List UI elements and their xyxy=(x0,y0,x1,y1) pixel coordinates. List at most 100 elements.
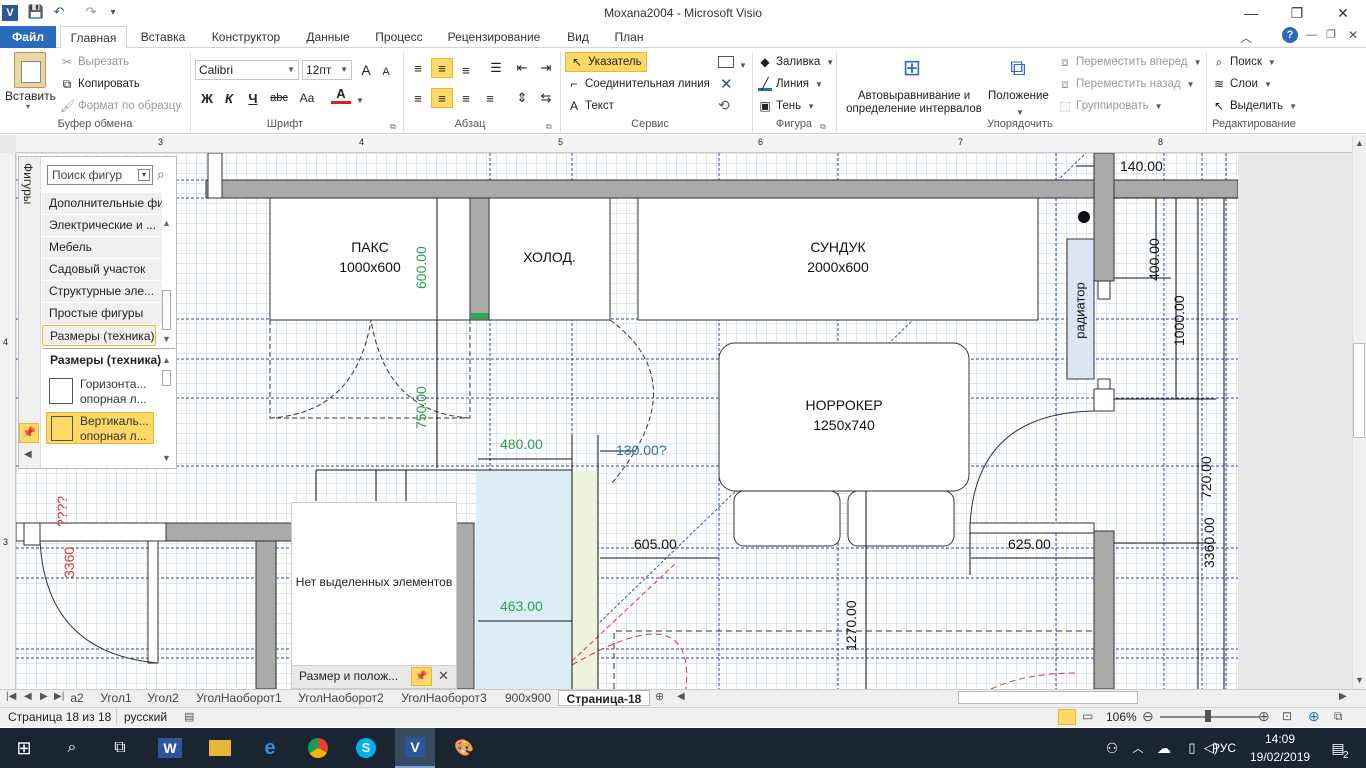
underline-button[interactable]: Ч xyxy=(243,88,263,108)
people-icon[interactable]: ⚇ xyxy=(1092,728,1132,768)
vertical-scroll-thumb[interactable] xyxy=(1353,343,1365,438)
shape-dialog-launcher-icon[interactable]: ⧉ xyxy=(820,122,826,132)
redo-icon[interactable]: ↷ xyxy=(82,3,100,21)
paste-dropdown-icon[interactable]: ▾ xyxy=(26,102,30,111)
visio-taskbar-icon[interactable]: V xyxy=(395,728,435,768)
shape-search-input[interactable]: Поиск фигур ▾ xyxy=(47,165,153,185)
input-language[interactable]: РУС xyxy=(1212,741,1236,755)
find-button[interactable]: Поиск xyxy=(1230,56,1262,68)
copy-button[interactable]: Копировать xyxy=(78,78,140,90)
line-button[interactable]: Линия xyxy=(776,78,809,90)
increase-indent-icon[interactable]: ⇥ xyxy=(536,58,556,78)
pointer-tool-button[interactable]: Указатель xyxy=(588,56,642,68)
masters-scrollbar-thumb[interactable] xyxy=(162,370,171,386)
floor-plan-drawing[interactable] xyxy=(16,153,1238,689)
master-vertical-reference[interactable]: Вертикаль... опорная л... xyxy=(46,412,154,444)
prev-sheet-icon[interactable]: ◀ xyxy=(24,691,32,702)
scroll-up-icon[interactable]: ▲ xyxy=(162,355,171,365)
word-app-icon[interactable]: W xyxy=(150,728,190,768)
skype-icon[interactable]: S xyxy=(346,728,386,768)
horizontal-ruler[interactable]: 3 4 5 6 7 8 xyxy=(16,135,1352,153)
file-explorer-icon[interactable] xyxy=(200,728,240,768)
layers-button[interactable]: Слои xyxy=(1230,78,1258,90)
zoom-level[interactable]: 106% xyxy=(1106,710,1137,724)
justify-icon[interactable]: ≡ xyxy=(480,88,500,108)
onedrive-icon[interactable]: ☁ xyxy=(1152,728,1176,768)
select-button[interactable]: Выделить xyxy=(1230,100,1283,112)
text-tool-button[interactable]: Текст xyxy=(585,100,614,112)
sheet-tab[interactable]: УголНаоборот3 xyxy=(396,690,492,706)
shadow-button[interactable]: Тень xyxy=(776,100,801,112)
font-color-dropdown-icon[interactable]: ▼ xyxy=(354,92,364,106)
cut-button[interactable]: Вырезать xyxy=(78,56,129,68)
align-top-icon[interactable]: ≡ xyxy=(408,58,428,78)
search-icon[interactable]: ⌕ xyxy=(157,166,165,183)
pin-icon[interactable]: 📌 xyxy=(19,423,39,443)
sheet-tab[interactable]: Угол2 xyxy=(142,690,184,706)
first-sheet-icon[interactable]: |◀ xyxy=(6,691,16,702)
align-bottom-icon[interactable]: ≡ xyxy=(456,60,476,80)
bullets-icon[interactable]: ☰ xyxy=(486,58,506,78)
tab-plan[interactable]: План xyxy=(608,26,650,48)
decrease-indent-icon[interactable]: ⇤ xyxy=(512,58,532,78)
maximize-button[interactable]: ❐ xyxy=(1274,0,1320,26)
horizontal-scroll-thumb[interactable] xyxy=(958,691,1138,704)
save-icon[interactable]: 💾 xyxy=(27,3,45,21)
strikethrough-button[interactable]: abc xyxy=(267,88,291,108)
stencil-item[interactable]: Садовый участок xyxy=(42,259,162,280)
scroll-down-icon[interactable]: ▼ xyxy=(162,334,171,344)
pan-zoom-icon[interactable]: ⊕ xyxy=(1308,708,1320,725)
stencil-item-active[interactable]: Размеры (техника) xyxy=(42,325,156,346)
scroll-down-icon[interactable]: ▼ xyxy=(1355,675,1364,685)
grow-font-button[interactable]: A xyxy=(356,60,376,80)
zoom-in-icon[interactable]: ⊕ xyxy=(1258,708,1270,725)
change-case-button[interactable]: Aa xyxy=(294,88,320,108)
stencil-scrollbar-thumb[interactable] xyxy=(162,290,171,330)
language-status[interactable]: русский xyxy=(124,710,167,724)
sheet-tab-active[interactable]: Страница-18 xyxy=(558,690,650,706)
line-spacing-icon[interactable]: ⇕ xyxy=(512,88,532,108)
stencil-item[interactable]: Мебель xyxy=(42,237,162,258)
sheet-tab[interactable]: 900x900 xyxy=(502,690,554,706)
pin-icon[interactable]: 📌 xyxy=(411,667,432,686)
align-center-icon[interactable]: ≡ xyxy=(431,88,453,108)
scroll-up-icon[interactable]: ▲ xyxy=(1355,138,1364,148)
tab-process[interactable]: Процесс xyxy=(368,26,430,48)
send-backward-button[interactable]: Переместить назад xyxy=(1076,78,1181,90)
sheet-tab[interactable]: УголНаоборот2 xyxy=(294,690,388,706)
connector-tool-button[interactable]: Соединительная линия xyxy=(585,78,710,90)
font-dialog-launcher-icon[interactable]: ⧉ xyxy=(390,122,396,132)
rotate-text-icon[interactable]: ⟲ xyxy=(718,97,730,114)
drawing-page[interactable]: ПАКС 1000x600 ХОЛОД. СУНДУК 2000x600 НОР… xyxy=(16,153,1238,689)
text-direction-icon[interactable]: ⇆ xyxy=(536,88,556,108)
h-scroll-left-icon[interactable]: ◀ xyxy=(677,691,685,702)
help-icon[interactable]: ? xyxy=(1282,27,1298,43)
h-scroll-right-icon[interactable]: ▶ xyxy=(1339,691,1347,702)
shapes-dropdown-icon[interactable]: ▼ xyxy=(737,57,747,71)
paint-icon[interactable]: 🎨 xyxy=(444,728,484,768)
tab-design[interactable]: Конструктор xyxy=(204,26,288,48)
sheet-tab[interactable]: Угол1 xyxy=(96,690,136,706)
tab-view[interactable]: Вид xyxy=(558,26,598,48)
align-middle-icon[interactable]: ≡ xyxy=(431,58,453,78)
last-sheet-icon[interactable]: ▶| xyxy=(54,691,64,702)
tab-home[interactable]: Главная xyxy=(60,26,127,49)
macro-record-icon[interactable]: ▤ xyxy=(184,710,194,723)
tab-data[interactable]: Данные xyxy=(298,26,358,48)
show-hidden-icons[interactable]: ︿ xyxy=(1128,728,1148,768)
font-size-select[interactable]: 12пт ▼ xyxy=(302,60,352,80)
tab-file[interactable]: Файл xyxy=(0,26,56,48)
sheet-tab[interactable]: УголНаоборот1 xyxy=(192,690,286,706)
auto-align-button[interactable]: Автовыравнивание и определение интервало… xyxy=(842,90,986,116)
edge-icon[interactable]: e xyxy=(250,728,290,768)
undo-icon[interactable]: ↶ xyxy=(50,3,68,21)
tab-review[interactable]: Рецензирование xyxy=(442,26,546,48)
task-view-icon[interactable]: ⧉ xyxy=(100,728,140,768)
close-icon[interactable]: ✕ xyxy=(438,668,449,684)
align-right-icon[interactable]: ≡ xyxy=(456,88,476,108)
stencil-item[interactable]: Электрические и ... xyxy=(42,215,162,236)
stencil-item[interactable]: Структурные эле... xyxy=(42,281,162,302)
connection-point-icon[interactable]: ✕ xyxy=(720,75,733,93)
stencil-item[interactable]: Дополнительные фи... xyxy=(42,193,162,214)
scroll-up-icon[interactable]: ▲ xyxy=(162,218,171,228)
